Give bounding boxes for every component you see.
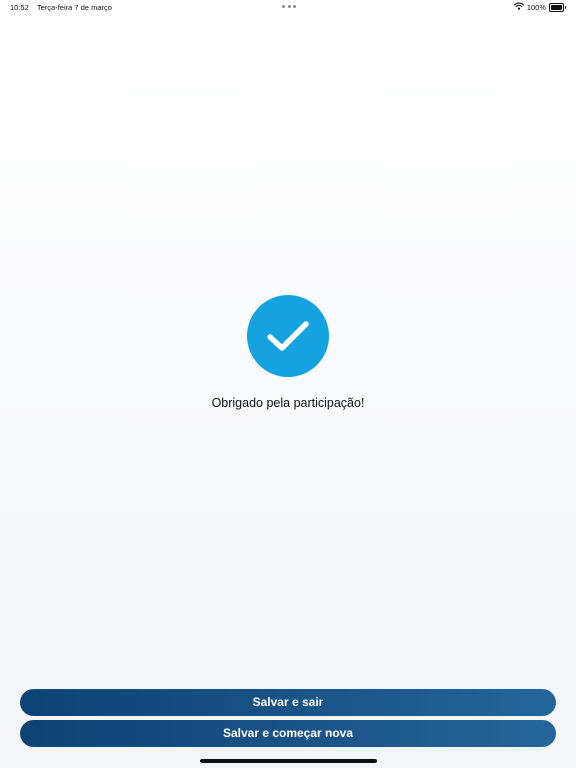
multitasking-dots-icon[interactable] xyxy=(282,5,296,8)
status-bar-right: 100% xyxy=(513,2,566,12)
save-and-start-new-button[interactable]: Salvar e começar nova xyxy=(20,720,556,747)
battery-icon xyxy=(549,2,566,12)
status-time: 10:52 xyxy=(10,3,29,12)
save-and-exit-button[interactable]: Salvar e sair xyxy=(20,689,556,716)
wifi-icon xyxy=(513,2,524,12)
thank-you-message: Obrigado pela participação! xyxy=(211,396,365,410)
home-indicator[interactable] xyxy=(200,759,377,763)
checkmark-icon xyxy=(267,321,309,351)
battery-percentage: 100% xyxy=(526,2,546,12)
success-checkmark-icon xyxy=(247,295,329,377)
status-bar: 10:52 Terça-feira 7 de março 100% xyxy=(0,0,576,14)
status-bar-left: 10:52 Terça-feira 7 de março xyxy=(10,3,112,12)
status-date: Terça-feira 7 de março xyxy=(36,3,112,12)
